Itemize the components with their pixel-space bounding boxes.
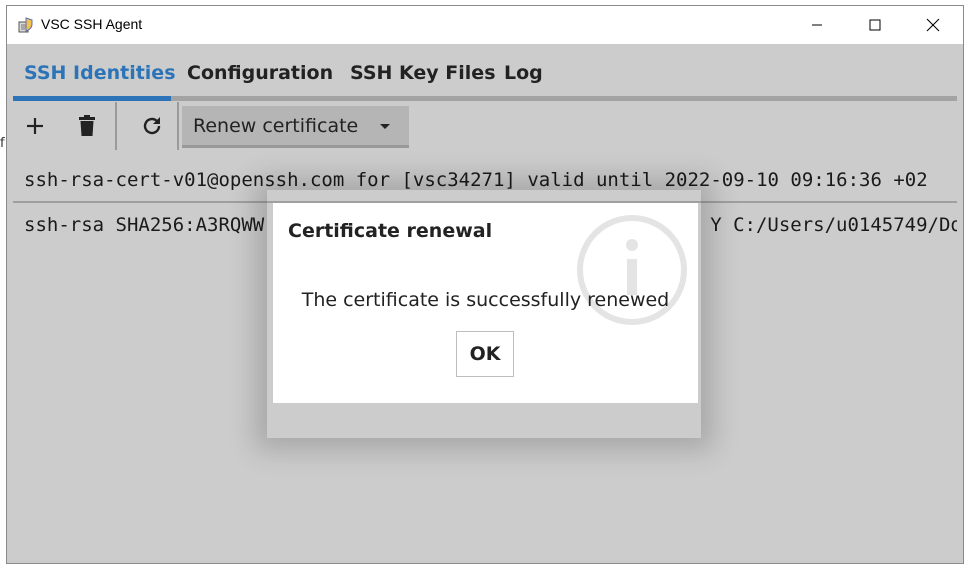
plus-icon bbox=[27, 118, 43, 134]
refresh-icon bbox=[143, 117, 161, 135]
app-shield-icon bbox=[18, 17, 33, 33]
ok-button[interactable]: OK bbox=[456, 331, 514, 377]
client-area: SSH Identities Configuration SSH Key Fil… bbox=[7, 44, 963, 563]
minimize-button[interactable] bbox=[788, 6, 846, 44]
minimize-icon bbox=[812, 24, 822, 26]
list-item-text: ssh-rsa SHA256:A3RQWW bbox=[24, 214, 265, 236]
caret-down-icon[interactable] bbox=[378, 119, 392, 133]
tab-ssh-key-files[interactable]: SSH Key Files bbox=[350, 62, 496, 84]
refresh-button[interactable] bbox=[132, 106, 172, 146]
maximize-icon bbox=[869, 19, 881, 31]
app-window: VSC SSH Agent SSH Identities Configurati… bbox=[6, 5, 964, 564]
close-button[interactable] bbox=[904, 6, 962, 44]
trash-icon bbox=[79, 115, 95, 136]
list-item-text-end: Y C:/Users/u0145749/Do bbox=[710, 214, 957, 236]
title-bar: VSC SSH Agent bbox=[7, 6, 963, 44]
close-icon bbox=[926, 18, 940, 32]
tab-active-indicator bbox=[13, 96, 171, 101]
tab-bar: SSH Identities Configuration SSH Key Fil… bbox=[13, 44, 957, 102]
maximize-button[interactable] bbox=[846, 6, 904, 44]
toolbar-separator bbox=[177, 102, 179, 150]
tab-configuration[interactable]: Configuration bbox=[187, 62, 333, 84]
tab-log[interactable]: Log bbox=[504, 62, 543, 84]
delete-button[interactable] bbox=[67, 106, 107, 146]
tab-ssh-identities[interactable]: SSH Identities bbox=[24, 62, 176, 84]
renew-certificate-button[interactable]: Renew certificate bbox=[182, 106, 409, 148]
certificate-renewal-dialog: Certificate renewal The certificate is s… bbox=[273, 203, 698, 403]
window-title: VSC SSH Agent bbox=[41, 16, 143, 32]
renew-certificate-label: Renew certificate bbox=[193, 115, 359, 137]
add-button[interactable] bbox=[15, 106, 55, 146]
dialog-message: The certificate is successfully renewed bbox=[301, 289, 670, 311]
stray-text: f bbox=[0, 136, 5, 151]
toolbar-separator bbox=[115, 102, 117, 150]
toolbar: Renew certificate bbox=[13, 102, 957, 150]
dialog-title: Certificate renewal bbox=[288, 220, 493, 242]
